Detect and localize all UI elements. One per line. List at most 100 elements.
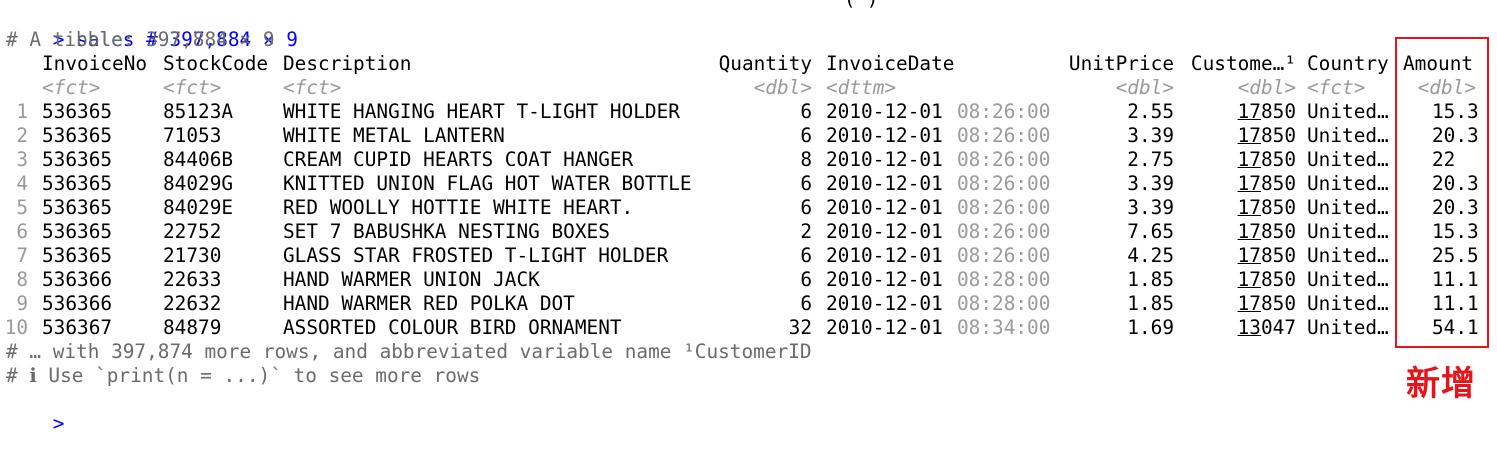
cell-quantity: 6 xyxy=(800,268,812,291)
cell-stock: 84029G xyxy=(163,172,234,195)
customerid-thousands: 17 xyxy=(1237,196,1261,219)
column-type-country: <fct> xyxy=(1307,76,1366,99)
column-type-invoice: <fct> xyxy=(42,76,101,99)
column-type-qty: <dbl> xyxy=(753,76,812,99)
cell-time: 08:26:00 xyxy=(957,124,1051,147)
column-header-desc: Description xyxy=(283,52,412,75)
cell-quantity: 6 xyxy=(800,244,812,267)
print-hint: # ℹ Use `print(n = ...)` to see more row… xyxy=(6,364,481,387)
cell-invoice: 536365 xyxy=(42,100,113,123)
column-header-invoice: InvoiceNo xyxy=(42,52,148,75)
cell-time: 08:26:00 xyxy=(957,172,1051,195)
cell-date: 2010-12-01 xyxy=(826,100,943,123)
table-row: 3 536365 84406B CREAM CUPID HEARTS COAT HAN… xyxy=(6,148,1496,172)
customerid-thousands: 13 xyxy=(1237,316,1261,339)
column-type-stock: <fct> xyxy=(163,76,222,99)
input-line[interactable]: > xyxy=(6,388,65,435)
cell-stock: 71053 xyxy=(163,124,222,147)
cell-date: 2010-12-01 xyxy=(826,244,943,267)
customerid-thousands: 17 xyxy=(1237,268,1261,291)
cell-stock: 21730 xyxy=(163,244,222,267)
cell-description: HAND WARMER UNION JACK xyxy=(283,268,540,291)
column-header-stock: StockCode xyxy=(163,52,269,75)
customerid-rest: 850 xyxy=(1260,196,1296,219)
column-types-row: <fct> <fct> <fct> <dbl> <dttm> <dbl> <dbl> <fct… xyxy=(6,76,1496,100)
cell-invoice: 536365 xyxy=(42,172,113,195)
cell-country: United… xyxy=(1307,172,1389,195)
table-row: 7 536365 21730 GLASS STAR FROSTED T-LIGHT H… xyxy=(6,244,1496,268)
cell-date: 2010-12-01 xyxy=(826,220,943,243)
table-row: 9 536366 22632 HAND WARMER RED POLKA DOT 6 20… xyxy=(6,292,1496,316)
cell-date: 2010-12-01 xyxy=(826,124,943,147)
customerid-thousands: 17 xyxy=(1237,148,1261,171)
cell-stock: 84406B xyxy=(163,148,234,171)
cell-quantity: 8 xyxy=(800,148,812,171)
column-type-desc: <fct> xyxy=(283,76,342,99)
cell-description: SET 7 BABUSHKA NESTING BOXES xyxy=(283,220,610,243)
cell-date: 2010-12-01 xyxy=(826,316,943,339)
table-row: 5 536365 84029E RED WOOLLY HOTTIE WHITE HEA… xyxy=(6,196,1496,220)
cell-unitprice: 1.69 xyxy=(1127,316,1174,339)
column-header-price: UnitPrice xyxy=(1068,52,1174,75)
customerid-thousands: 17 xyxy=(1237,124,1261,147)
cell-quantity: 32 xyxy=(788,316,812,339)
cell-invoice: 536365 xyxy=(42,148,113,171)
cell-time: 08:26:00 xyxy=(957,100,1051,123)
customerid-rest: 850 xyxy=(1260,172,1296,195)
cell-time: 08:26:00 xyxy=(957,148,1051,171)
table-row: 2 536365 71053 WHITE METAL LANTERN 6 2010-12-… xyxy=(6,124,1496,148)
cell-customerid: 17850 xyxy=(1238,100,1296,124)
customerid-thousands: 17 xyxy=(1237,292,1261,315)
cell-time: 08:34:00 xyxy=(957,316,1051,339)
table-row: 4 536365 84029G KNITTED UNION FLAG HOT WATE… xyxy=(6,172,1496,196)
customerid-thousands: 17 xyxy=(1237,244,1261,267)
customerid-rest: 850 xyxy=(1260,244,1296,267)
cell-description: ASSORTED COLOUR BIRD ORNAMENT xyxy=(283,316,622,339)
cell-quantity: 6 xyxy=(800,100,812,123)
customerid-rest: 850 xyxy=(1260,220,1296,243)
cell-invoice: 536366 xyxy=(42,292,113,315)
cell-time: 08:28:00 xyxy=(957,292,1051,315)
cell-date: 2010-12-01 xyxy=(826,292,943,315)
more-rows-note: # … with 397,874 more rows, and abbrevia… xyxy=(6,340,812,363)
row-number: 7 xyxy=(16,244,28,267)
row-number: 2 xyxy=(16,124,28,147)
cell-customerid: 17850 xyxy=(1238,148,1296,172)
customerid-rest: 850 xyxy=(1260,268,1296,291)
table-row: 10 536367 84879 ASSORTED COLOUR BIRD ORNAME… xyxy=(4,316,1496,340)
cell-time: 08:26:00 xyxy=(957,244,1051,267)
command-line: > sales # 397,884 × 9 xyxy=(6,4,298,51)
cell-customerid: 17850 xyxy=(1238,292,1296,316)
customerid-thousands: 17 xyxy=(1237,220,1261,243)
cell-invoice: 536365 xyxy=(42,196,113,219)
cell-description: KNITTED UNION FLAG HOT WATER BOTTLE xyxy=(283,172,692,195)
cell-stock: 85123A xyxy=(163,100,234,123)
cell-unitprice: 3.39 xyxy=(1127,196,1174,219)
cell-customerid: 17850 xyxy=(1238,244,1296,268)
cell-unitprice: 3.39 xyxy=(1127,172,1174,195)
row-number: 10 xyxy=(4,316,28,339)
column-header-country: Country xyxy=(1307,52,1389,75)
cell-country: United… xyxy=(1307,292,1389,315)
cell-invoice: 536365 xyxy=(42,220,113,243)
cell-unitprice: 1.85 xyxy=(1127,268,1174,291)
cell-customerid: 17850 xyxy=(1238,220,1296,244)
customerid-rest: 850 xyxy=(1260,292,1296,315)
cell-customerid: 13047 xyxy=(1238,316,1296,340)
cell-description: CREAM CUPID HEARTS COAT HANGER xyxy=(283,148,634,171)
cell-quantity: 6 xyxy=(800,172,812,195)
cell-unitprice: 1.85 xyxy=(1127,292,1174,315)
cell-customerid: 17850 xyxy=(1238,172,1296,196)
cell-unitprice: 4.25 xyxy=(1127,244,1174,267)
cell-description: WHITE HANGING HEART T-LIGHT HOLDER xyxy=(283,100,680,123)
table-row: 8 536366 22633 HAND WARMER UNION JACK 6 2010-… xyxy=(6,268,1496,292)
customerid-rest: 850 xyxy=(1260,148,1296,171)
cell-country: United… xyxy=(1307,244,1389,267)
cell-date: 2010-12-01 xyxy=(826,196,943,219)
row-number: 9 xyxy=(16,292,28,315)
cell-time: 08:26:00 xyxy=(957,196,1051,219)
cell-country: United… xyxy=(1307,316,1389,339)
cell-unitprice: 2.75 xyxy=(1127,148,1174,171)
customerid-rest: 850 xyxy=(1260,124,1296,147)
cell-unitprice: 7.65 xyxy=(1127,220,1174,243)
